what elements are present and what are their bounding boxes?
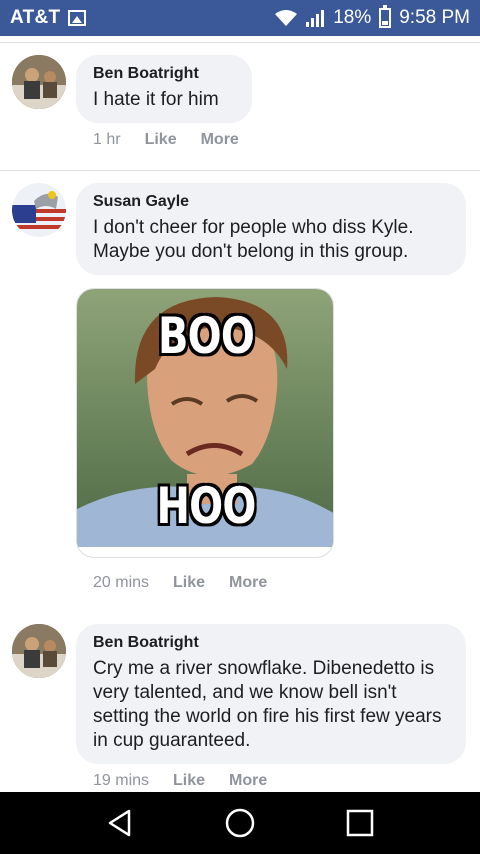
like-button[interactable]: Like (145, 131, 177, 149)
carrier-label: AT&T (10, 7, 61, 28)
comment-bubble[interactable]: Ben Boatright Cry me a river snowflake. … (76, 624, 466, 764)
home-icon (225, 808, 255, 838)
battery-icon (379, 5, 392, 28)
more-button[interactable]: More (229, 772, 267, 790)
comment-bubble[interactable]: Susan Gayle I don't cheer for people who… (76, 183, 466, 275)
divider (0, 42, 480, 43)
meme-top-text: BOO (157, 307, 255, 365)
home-button[interactable] (220, 803, 260, 843)
like-button[interactable]: Like (173, 574, 205, 592)
comment-text: I hate it for him (93, 89, 219, 110)
gif-attachment[interactable]: BOO HOO (76, 288, 334, 558)
comment-author[interactable]: Ben Boatright (93, 64, 235, 84)
comment-text: I don't cheer for people who diss Kyle. … (93, 217, 414, 262)
more-button[interactable]: More (229, 574, 267, 592)
image-icon (68, 10, 87, 26)
comment-time[interactable]: 19 mins (93, 772, 149, 790)
meme-bottom-text: HOO (156, 477, 256, 535)
comment-actions: 19 mins Like More (93, 772, 291, 790)
clock: 9:58 PM (399, 7, 470, 28)
status-bar: AT&T 18% 9:58 PM (0, 0, 480, 36)
system-nav-bar (0, 792, 480, 854)
comment-actions: 1 hr Like More (93, 131, 263, 149)
avatar[interactable] (12, 55, 66, 109)
recents-icon (346, 809, 374, 837)
comment-time[interactable]: 20 mins (93, 574, 149, 592)
comment-author[interactable]: Susan Gayle (93, 192, 449, 212)
comment-author[interactable]: Ben Boatright (93, 633, 449, 653)
more-button[interactable]: More (201, 131, 239, 149)
avatar[interactable] (12, 183, 66, 237)
recents-button[interactable] (340, 803, 380, 843)
avatar[interactable] (12, 624, 66, 678)
back-icon (108, 809, 131, 837)
divider (0, 170, 480, 171)
wifi-icon (275, 10, 298, 26)
comment-text: Cry me a river snowflake. Dibenedetto is… (93, 658, 442, 751)
battery-percent: 18% (333, 7, 372, 28)
comment-bubble[interactable]: Ben Boatright I hate it for him (76, 55, 252, 123)
signal-icon (306, 10, 325, 27)
back-button[interactable] (100, 803, 140, 843)
comment-actions: 20 mins Like More (93, 574, 291, 592)
comment-time[interactable]: 1 hr (93, 131, 121, 149)
like-button[interactable]: Like (173, 772, 205, 790)
